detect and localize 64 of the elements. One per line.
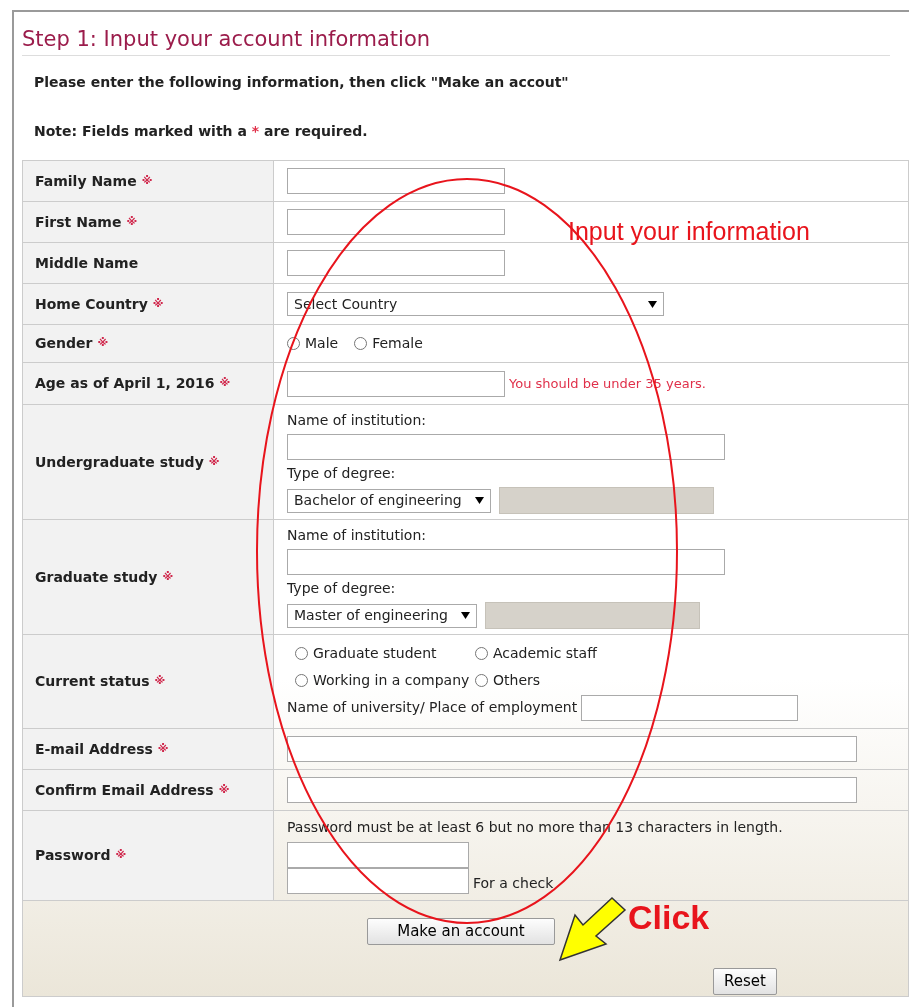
field-label: First Name (35, 212, 122, 232)
note-text: Note: Fields marked with a * are required. (34, 122, 369, 142)
caret-icon (648, 300, 657, 308)
radio-button[interactable] (354, 337, 368, 351)
input-field[interactable] (287, 868, 469, 895)
option-label: Male (305, 334, 339, 354)
required-mark: ※ (157, 740, 169, 757)
reset-button[interactable]: Reset (713, 968, 777, 996)
annotation-text: Click (628, 897, 710, 938)
input-field[interactable] (287, 777, 857, 804)
option-label: Female (372, 334, 423, 354)
radio-button[interactable] (287, 337, 300, 351)
option-label: Others (493, 670, 541, 690)
page-title: Step 1: Input your account information (22, 12, 890, 57)
required-mark: ※ (152, 295, 164, 312)
input-field[interactable] (287, 736, 857, 763)
field-label: Home Country (35, 294, 148, 314)
input-field[interactable] (287, 250, 505, 277)
field-caption: Name of institution: (287, 411, 428, 431)
field-label: Confirm Email Address (35, 780, 214, 800)
field-label: Current status (35, 672, 150, 692)
required-mark: ※ (162, 568, 174, 585)
dropdown[interactable]: Master of engineering (287, 603, 477, 628)
field-label: Graduate study (35, 567, 158, 587)
option-label: Academic staff (493, 643, 597, 663)
input-field[interactable] (287, 370, 505, 397)
input-field[interactable] (287, 168, 505, 195)
input-field[interactable] (287, 434, 725, 461)
required-mark: ※ (154, 673, 166, 690)
arrow-icon (558, 896, 627, 962)
required-mark: ※ (141, 172, 153, 189)
field-label: Middle Name (35, 253, 139, 273)
field-caption: Type of degree: (287, 464, 397, 484)
field-label: Age as of April 1, 2016 (35, 374, 215, 394)
dropdown[interactable]: Bachelor of engineering (287, 488, 491, 513)
required-mark: ※ (97, 335, 109, 352)
required-mark: ※ (208, 453, 220, 470)
input-field[interactable] (287, 549, 725, 576)
field-label: Family Name (35, 171, 137, 191)
field-label: Password (35, 846, 111, 866)
caret-icon (475, 497, 484, 505)
option-label: Working in a company (313, 670, 470, 690)
field-label: E-mail Address (35, 739, 153, 759)
radio-button[interactable] (475, 646, 488, 660)
field-caption: Name of institution: (287, 526, 428, 546)
required-mark: ※ (126, 213, 138, 230)
field-caption: Name of university/ Place of employment (287, 698, 578, 718)
caret-icon (461, 612, 470, 620)
required-mark: ※ (115, 847, 127, 864)
radio-button[interactable] (295, 646, 308, 660)
radio-button[interactable] (295, 673, 308, 687)
input-field[interactable] (581, 694, 799, 721)
instruction-text: Please enter the following information, then click "Make an accout" (34, 73, 570, 93)
field-label: Gender (35, 334, 93, 354)
option-label: Graduate student (313, 643, 437, 663)
field-caption: Type of degree: (287, 579, 397, 599)
field-label: Undergraduate study (35, 452, 204, 472)
submit-button[interactable]: Make an account (367, 918, 555, 946)
input-field[interactable] (287, 209, 505, 236)
input-field[interactable] (287, 842, 469, 869)
radio-button[interactable] (475, 673, 488, 687)
field-caption: For a check (473, 874, 554, 894)
required-mark: ※ (218, 781, 230, 798)
required-mark: ※ (219, 375, 231, 392)
